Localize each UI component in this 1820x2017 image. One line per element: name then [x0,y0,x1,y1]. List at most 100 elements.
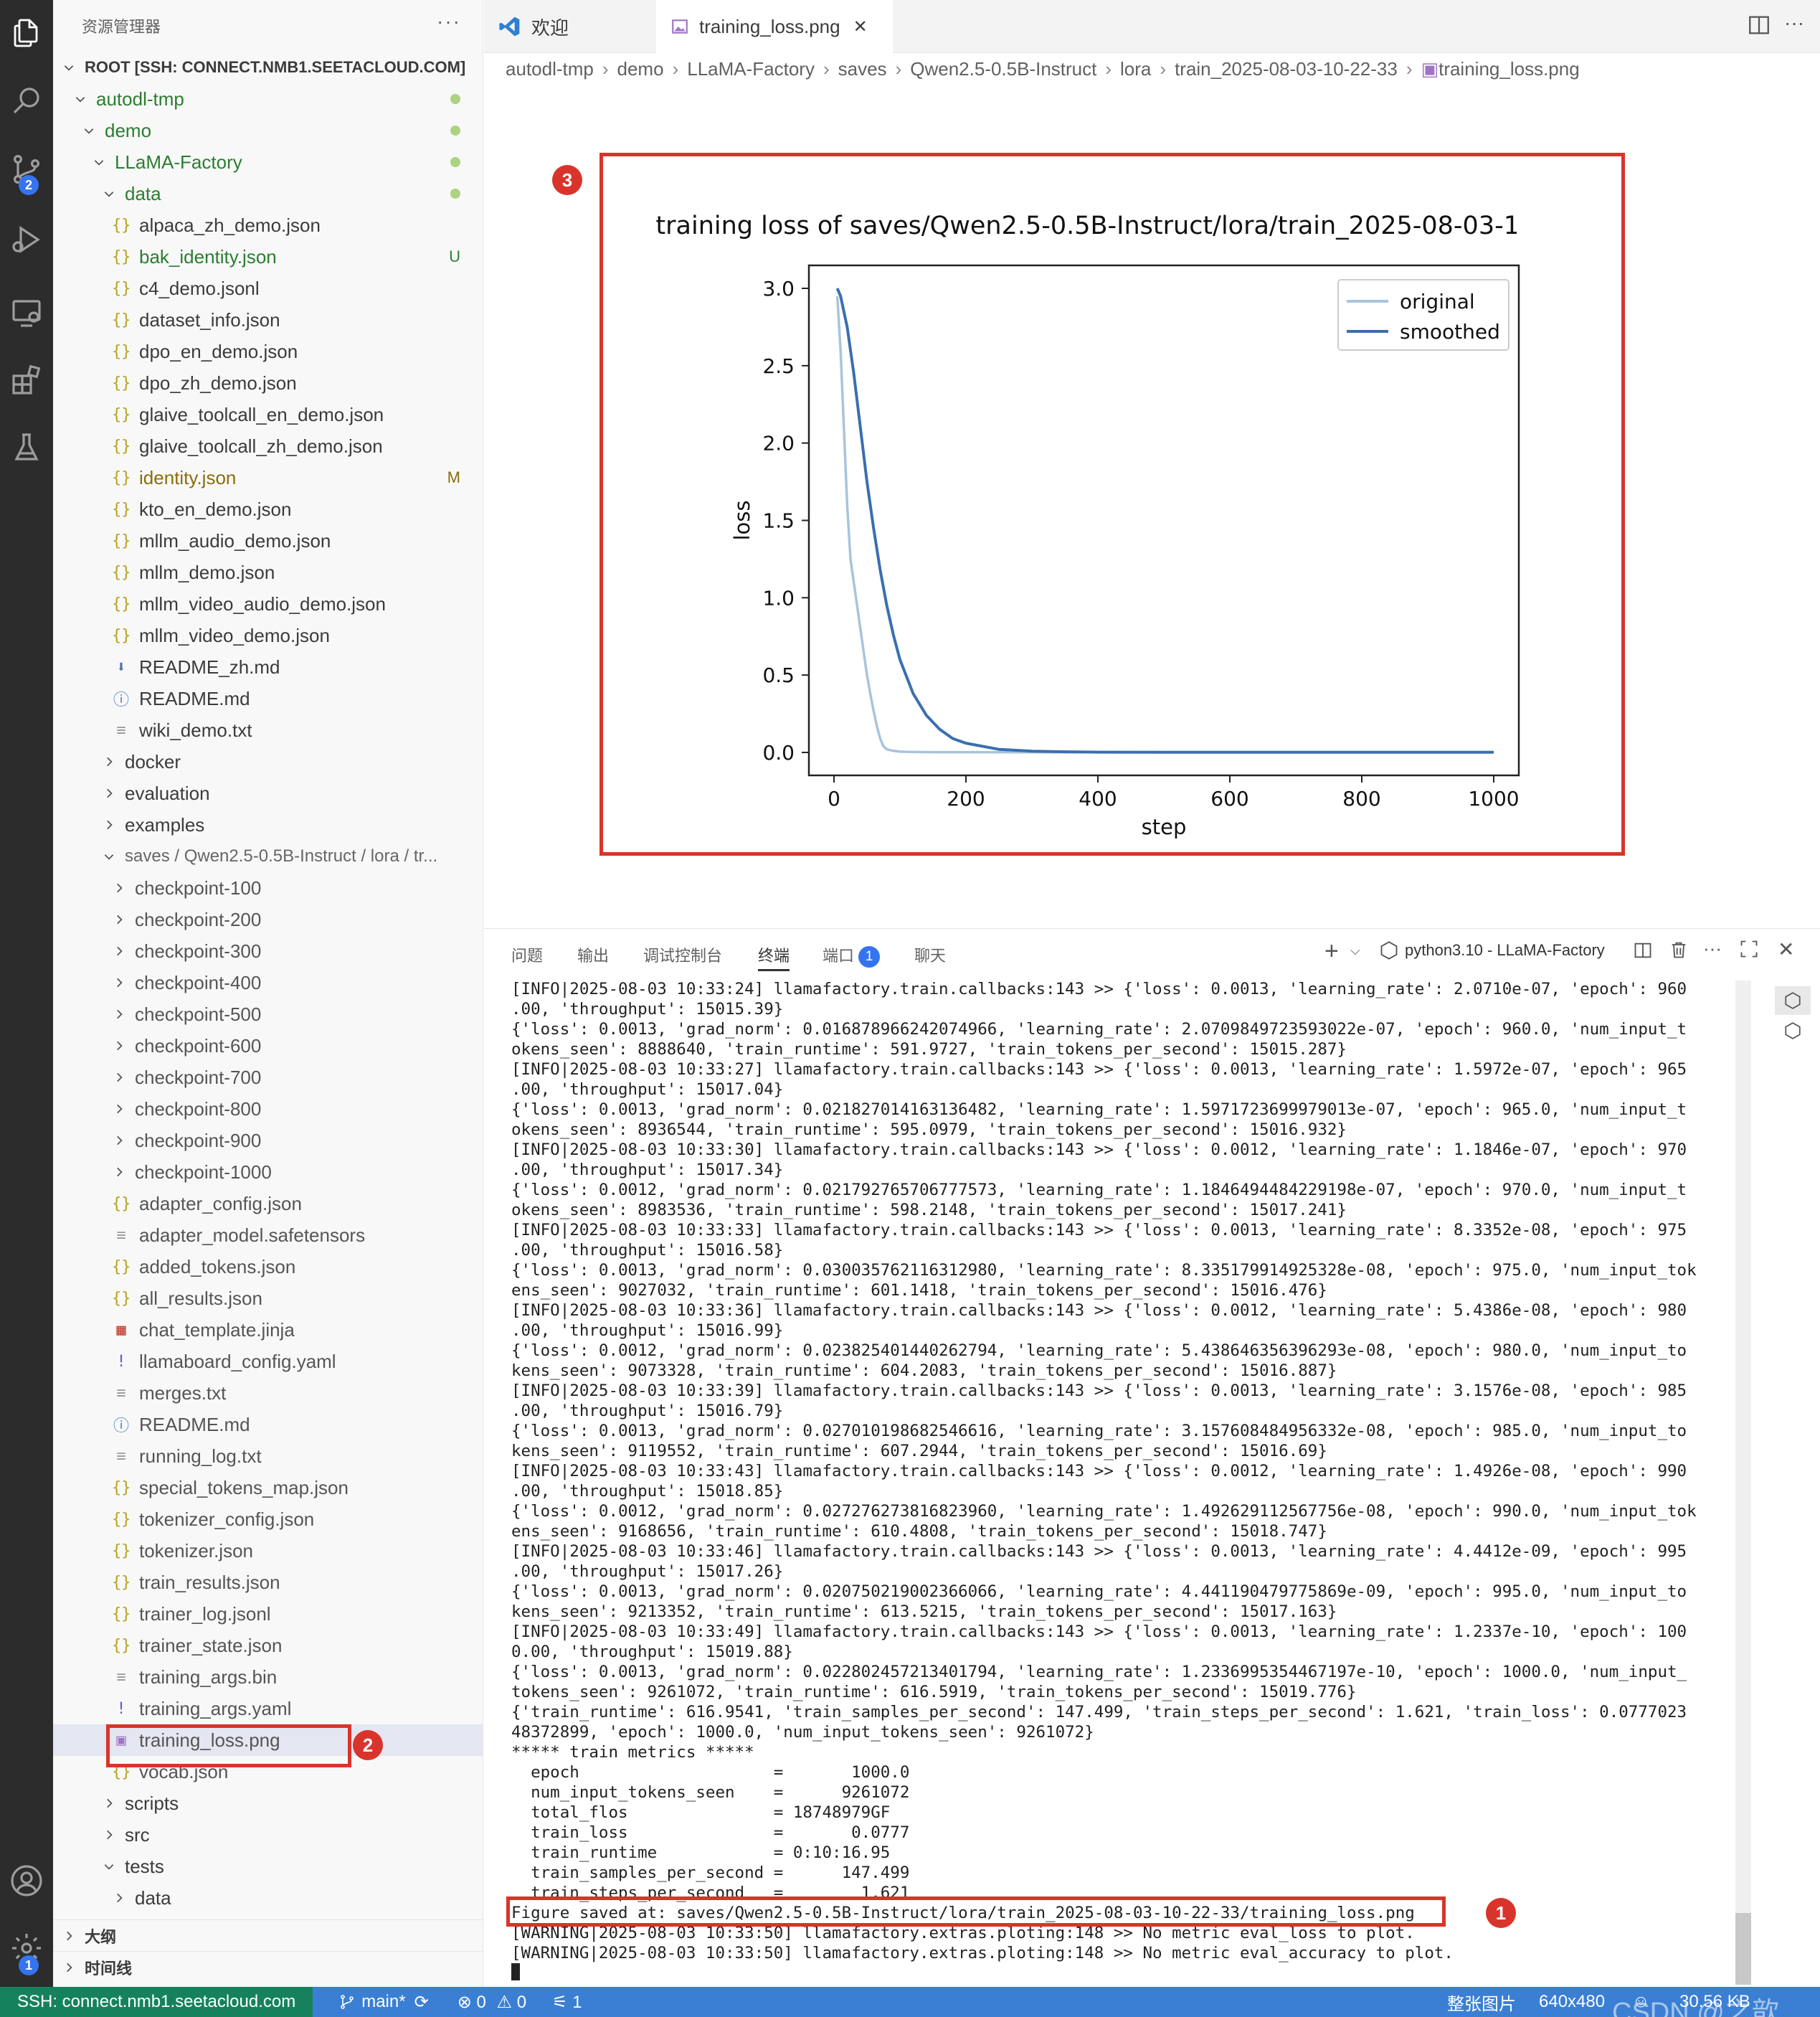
breadcrumb-item[interactable]: train_2025-08-03-10-22-33 [1175,58,1398,80]
terminal-output[interactable]: [INFO|2025-08-03 10:33:24] llamafactory.… [511,979,1730,1983]
tree-item[interactable]: {} trainer_state.json [53,1630,483,1661]
view-mode[interactable]: 整张图片 [1447,1990,1516,2015]
chevron-down-icon[interactable]: ⌵ [1350,943,1360,958]
ports-indicator[interactable]: ⚟ 1 [552,1992,582,2013]
tree-item[interactable]: {} dataset_info.json [53,304,483,336]
tree-item[interactable]: {} tokenizer.json [53,1535,483,1567]
tree-item[interactable]: checkpoint-500 [53,998,483,1030]
tree-item[interactable]: data [53,1882,483,1914]
tab-ports[interactable]: 端口 1 [823,943,881,968]
tree-item[interactable]: LLaMA-Factory [53,146,483,178]
tree-item[interactable]: {} bak_identity.json U [53,241,483,273]
tree-item[interactable]: saves / Qwen2.5-0.5B-Instruct / lora / t… [53,841,483,872]
remote-indicator[interactable]: SSH: connect.nmb1.seetacloud.com [0,1987,313,2017]
tree-item[interactable]: {} glaive_toolcall_en_demo.json [53,399,483,430]
sync-icon[interactable]: ⟳ [414,1992,429,2013]
workspace-root[interactable]: ROOT [SSH: CONNECT.NMB1.SEETACLOUD.COM] [53,52,483,83]
tree-item[interactable]: ≡ wiki_demo.txt [53,714,483,746]
tree-item[interactable]: ≡ running_log.txt [53,1440,483,1472]
explorer-icon[interactable] [0,4,53,62]
split-editor-icon[interactable] [1747,13,1771,41]
tree-item[interactable]: evaluation [53,778,483,809]
tree-item[interactable]: ≡ merges.txt [53,1377,483,1409]
testing-icon[interactable] [0,419,53,476]
tab-output[interactable]: 输出 [577,943,609,966]
tree-item[interactable]: autodl-tmp [53,83,483,115]
more-actions-icon[interactable]: ··· [1784,11,1804,34]
tree-item[interactable]: ⓘ README.md [53,683,483,714]
tab-chat[interactable]: 聊天 [914,943,946,966]
tree-item[interactable]: checkpoint-800 [53,1093,483,1125]
tree-item[interactable]: {} mllm_demo.json [53,557,483,588]
tree-item[interactable]: {} adapter_config.json [53,1188,483,1219]
tree-item[interactable]: demo [53,115,483,146]
tree-item[interactable]: {} dpo_zh_demo.json [53,367,483,399]
tree-item[interactable]: {} mllm_video_audio_demo.json [53,588,483,620]
tree-item[interactable]: checkpoint-600 [53,1030,483,1062]
tree-item[interactable]: {} dpo_en_demo.json [53,336,483,367]
tree-item[interactable]: {} glaive_toolcall_zh_demo.json [53,430,483,462]
terminal-scrollbar[interactable] [1735,981,1751,1985]
tree-item[interactable]: {} mllm_video_demo.json [53,620,483,651]
tree-item[interactable]: {} c4_demo.jsonl [53,273,483,304]
tree-item[interactable]: ≡ adapter_model.safetensors [53,1219,483,1251]
source-control-icon[interactable]: 2 [0,141,53,198]
breadcrumb-item[interactable]: demo [617,58,664,80]
problems-indicator[interactable]: ⊗ 0 ⚠ 0 [458,1992,526,2013]
tree-item[interactable]: {} mllm_audio_demo.json [53,525,483,557]
search-icon[interactable] [0,72,53,129]
tree-item[interactable]: data [53,178,483,209]
more-actions-icon[interactable]: ··· [437,10,461,33]
settings-gear-icon[interactable]: 1 [0,1919,53,1977]
run-debug-icon[interactable] [0,211,53,268]
tab-debug-console[interactable]: 调试控制台 [643,943,722,966]
breadcrumb-item[interactable]: Qwen2.5-0.5B-Instruct [910,58,1096,80]
terminal-selector[interactable]: python3.10 - LLaMA-Factory [1379,940,1605,960]
tree-item[interactable]: {} identity.json M [53,462,483,493]
branch-indicator[interactable]: main* ⟳ [338,1992,429,2013]
tree-item[interactable]: checkpoint-700 [53,1062,483,1093]
close-panel-icon[interactable]: ✕ [1778,937,1794,961]
tree-item[interactable]: {} special_tokens_map.json [53,1472,483,1503]
breadcrumb-item[interactable]: autodl-tmp [506,58,594,80]
tree-item[interactable]: {} kto_en_demo.json [53,493,483,525]
tree-item[interactable]: ⓘ README.md [53,1409,483,1440]
breadcrumb-item[interactable]: training_loss.png [1439,58,1580,80]
outline-section[interactable]: 大纲 [53,1919,483,1951]
tree-item[interactable]: {} train_results.json [53,1567,483,1598]
tree-item[interactable]: ≡ training_args.bin [53,1661,483,1693]
tree-item[interactable]: {} added_tokens.json [53,1251,483,1283]
terminal-instance[interactable] [1775,1016,1811,1045]
tree-item[interactable]: src [53,1819,483,1851]
new-terminal-icon[interactable]: + [1324,937,1339,965]
tree-item[interactable]: ▦ chat_template.jinja [53,1314,483,1346]
tree-item[interactable]: scripts [53,1787,483,1819]
close-icon[interactable]: ✕ [853,16,868,37]
account-icon[interactable] [0,1852,53,1909]
scrollbar-thumb[interactable] [1735,1913,1751,1985]
tree-item[interactable]: ⬇ README_zh.md [53,651,483,683]
tree-item[interactable]: {} alpaca_zh_demo.json [53,209,483,241]
tab-welcome[interactable]: 欢迎 [484,0,655,53]
tab-training-loss[interactable]: training_loss.png ✕ [656,0,893,53]
tab-problems[interactable]: 问题 [511,943,543,966]
tree-item[interactable]: checkpoint-200 [53,904,483,935]
tree-item[interactable]: docker [53,746,483,778]
tree-item[interactable]: checkpoint-900 [53,1125,483,1156]
tree-item[interactable]: ! llamaboard_config.yaml [53,1346,483,1377]
tree-item[interactable]: {} trainer_log.jsonl [53,1598,483,1630]
split-terminal-icon[interactable] [1633,940,1653,964]
remote-explorer-icon[interactable] [0,284,53,341]
tree-item[interactable]: ! training_args.yaml [53,1693,483,1724]
more-actions-icon[interactable]: ··· [1703,937,1722,960]
tree-item[interactable]: checkpoint-1000 [53,1156,483,1188]
tree-item[interactable]: {} all_results.json [53,1283,483,1314]
breadcrumb-item[interactable]: lora [1120,58,1151,80]
tree-item[interactable]: checkpoint-300 [53,935,483,967]
trash-icon[interactable] [1669,939,1689,964]
tab-terminal[interactable]: 终端 [758,943,790,971]
tree-item[interactable]: checkpoint-100 [53,872,483,904]
terminal-instance-active[interactable] [1775,986,1811,1015]
extensions-icon[interactable] [0,351,53,409]
maximize-icon[interactable] [1739,939,1759,963]
